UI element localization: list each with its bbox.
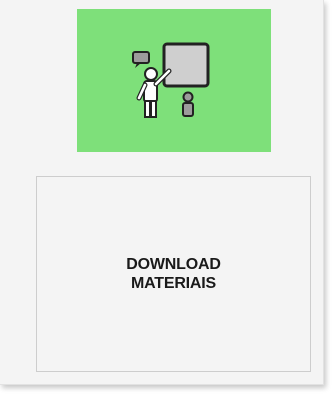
teacher-leg-right	[150, 100, 157, 118]
speech-bubble-shape	[132, 51, 150, 64]
student-body-shape	[182, 102, 194, 117]
download-label-line1: DOWNLOAD	[126, 256, 221, 273]
presentation-tile[interactable]	[77, 9, 271, 152]
teacher-leg-left	[144, 100, 151, 118]
download-materials-label: DOWNLOAD MATERIAIS	[126, 255, 221, 293]
card-panel: DOWNLOAD MATERIAIS	[0, 0, 324, 385]
teacher-presentation-icon	[77, 9, 271, 152]
download-materials-button[interactable]: DOWNLOAD MATERIAIS	[36, 176, 311, 372]
whiteboard-shape	[162, 42, 210, 88]
download-label-line2: MATERIAIS	[130, 275, 216, 292]
teacher-head-shape	[144, 67, 158, 81]
student-head-shape	[182, 91, 194, 103]
